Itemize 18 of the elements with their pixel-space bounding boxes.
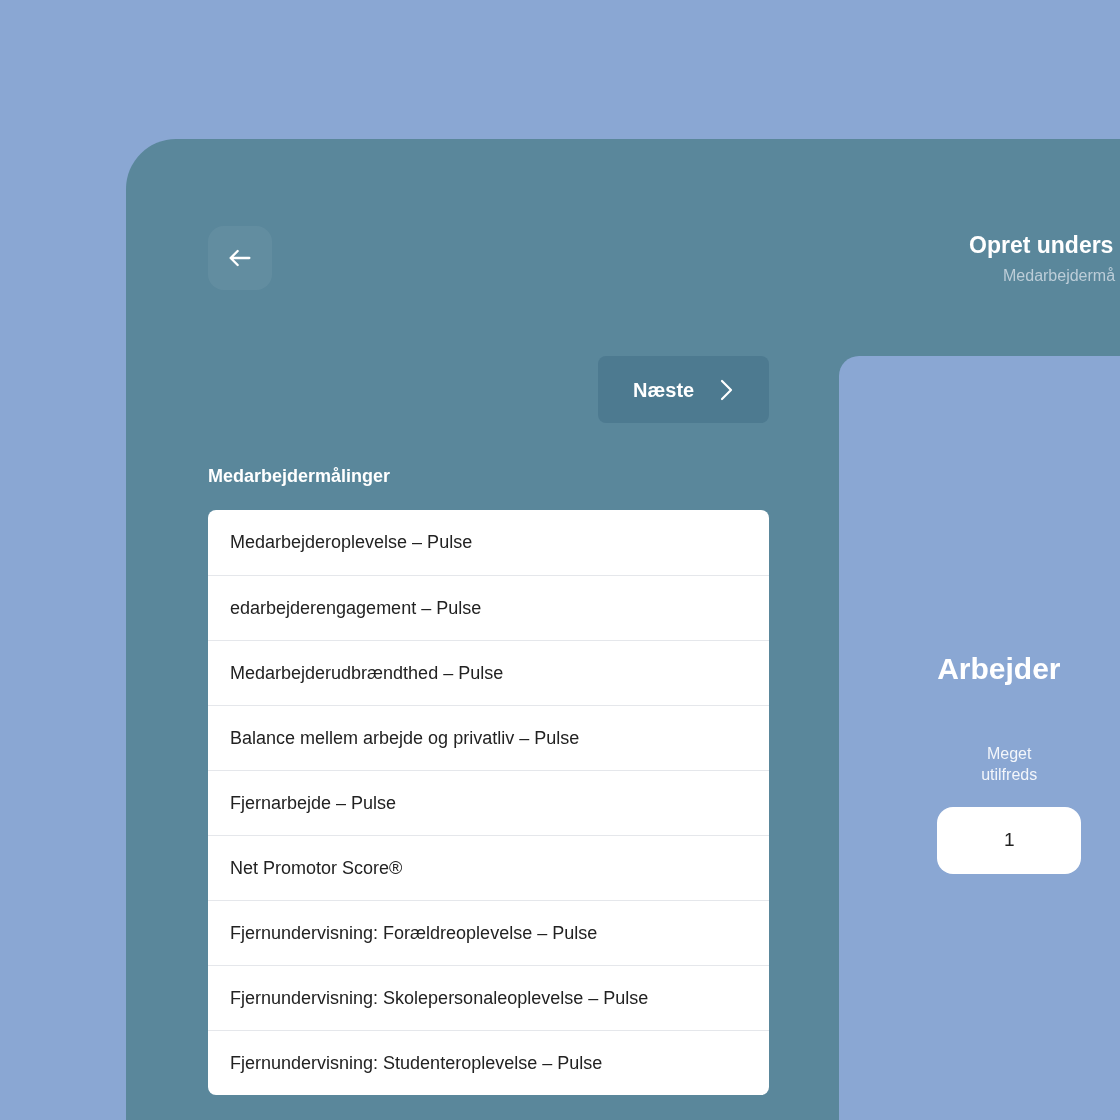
back-button[interactable] [208, 226, 272, 290]
survey-list-item[interactable]: Fjernundervisning: Studenteroplevelse – Pulse [208, 1030, 770, 1095]
survey-list-item[interactable]: Balance mellem arbejde og privatliv – Pulse [208, 705, 770, 770]
page-title: Opret unders [969, 231, 1115, 260]
survey-list-item[interactable]: Fjernarbejde – Pulse [208, 770, 770, 835]
scale-caption: Meget utilfreds [980, 744, 1039, 785]
survey-list-item[interactable]: Fjernundervisning: Skolepersonaleoplevelse – Pulse [208, 965, 770, 1030]
rating-option[interactable]: 1 [937, 807, 1082, 874]
survey-list-item[interactable]: Fjernundervisning: Forældreoplevelse – Pulse [208, 900, 770, 965]
question-title: Arbejder [937, 651, 1062, 687]
survey-list-item[interactable]: edarbejderengagement – Pulse [208, 575, 770, 640]
survey-list-item[interactable]: Net Promotor Score® [208, 835, 770, 900]
next-button[interactable]: Næste [598, 356, 770, 423]
survey-list-item[interactable]: Medarbejderudbrændthed – Pulse [208, 640, 770, 705]
section-heading: Medarbejdermålinger [208, 465, 392, 488]
survey-list-item[interactable]: Medarbejderoplevelse – Pulse [208, 510, 770, 575]
chevron-right-icon [718, 377, 735, 402]
page-subtitle: Medarbejdermå [1003, 266, 1116, 286]
